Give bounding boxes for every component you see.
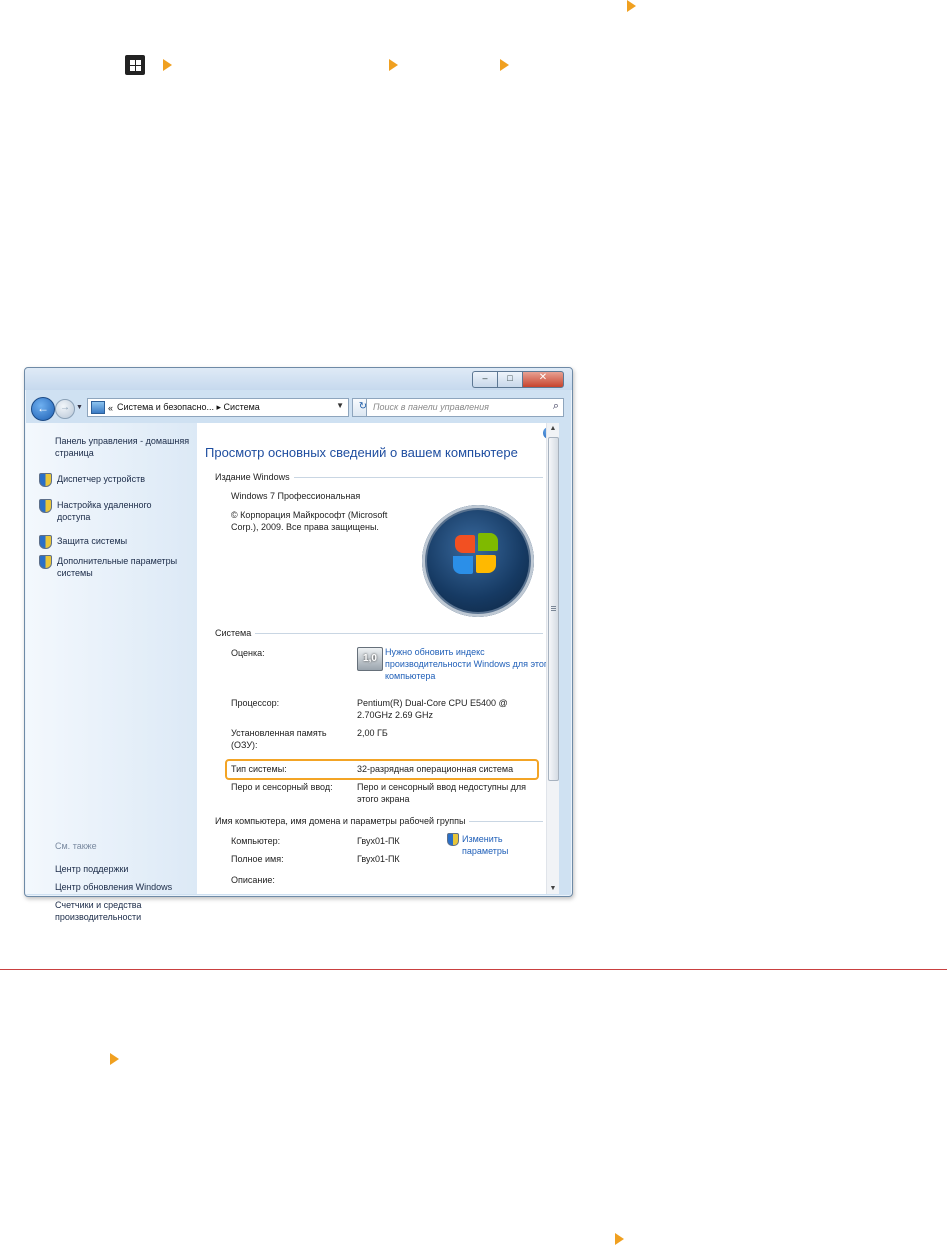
rating-link[interactable]: Нужно обновить индекс производительности…	[385, 646, 555, 682]
system-properties-window: ‒ □ ✕ ← → ▼ « Система и безопасно... ▸ С…	[24, 367, 573, 922]
system-type-label: Тип системы:	[231, 764, 287, 774]
forward-button[interactable]: →	[55, 399, 75, 419]
shield-icon	[39, 499, 52, 513]
sidebar-item-remote[interactable]: Настройка удаленного доступа	[39, 499, 179, 523]
sidebar-link-performance[interactable]: Счетчики и средства производительности	[55, 899, 185, 923]
maximize-button[interactable]: □	[497, 371, 522, 388]
edition-name: Windows 7 Профессиональная	[231, 491, 361, 501]
title-bar: ‒ □ ✕	[25, 368, 572, 390]
shield-icon	[39, 555, 52, 569]
scroll-up-icon[interactable]: ▲	[547, 425, 559, 432]
sidebar-home-link[interactable]: Панель управления - домашняя страница	[55, 435, 195, 459]
control-panel-icon	[91, 401, 105, 414]
page-title: Просмотр основных сведений о вашем компь…	[205, 445, 518, 460]
computer-label: Компьютер:	[231, 836, 281, 846]
shield-icon	[39, 473, 52, 487]
change-settings-label[interactable]: Изменить параметры	[462, 833, 517, 857]
chevron-down-icon[interactable]: ▼	[336, 401, 344, 410]
sidebar: Панель управления - домашняя страница Ди…	[26, 423, 199, 922]
see-also-heading: См. также	[55, 841, 97, 851]
copyright-text: © Корпорация Майкрософт (Microsoft Corp.…	[231, 510, 388, 532]
breadcrumb[interactable]: Система и безопасно... ▸ Система	[117, 402, 260, 413]
minimize-button[interactable]: ‒	[472, 371, 497, 388]
scroll-down-icon[interactable]: ▼	[547, 885, 559, 892]
scrollbar-thumb[interactable]	[548, 437, 559, 781]
sidebar-link-support[interactable]: Центр поддержки	[55, 863, 128, 875]
sidebar-item-advanced[interactable]: Дополнительные параметры системы	[39, 555, 199, 579]
performance-score-badge: 1,0	[357, 647, 383, 671]
navigation-bar: ← → ▼ « Система и безопасно... ▸ Система…	[25, 392, 572, 422]
sidebar-item-label[interactable]: Диспетчер устройств	[57, 473, 145, 487]
sidebar-item-protection[interactable]: Защита системы	[39, 535, 127, 549]
sidebar-item-label[interactable]: Дополнительные параметры системы	[57, 555, 199, 579]
computer-value: Гвух01-ПК	[357, 836, 400, 846]
content-pane: ? Просмотр основных сведений о вашем ком…	[197, 423, 559, 894]
sidebar-item-label[interactable]: Настройка удаленного доступа	[57, 499, 179, 523]
step-arrow-icon	[163, 59, 172, 71]
section-system: Система	[215, 628, 543, 638]
processor-value: Pentium(R) Dual-Core CPU E5400 @ 2.70GHz…	[357, 698, 508, 720]
history-dropdown-icon[interactable]: ▼	[76, 404, 83, 411]
sidebar-item-label[interactable]: Защита системы	[57, 535, 127, 549]
step-arrow-icon	[615, 1233, 624, 1245]
windows-logo-icon	[422, 505, 534, 617]
search-icon[interactable]: ⌕	[553, 400, 559, 413]
fullname-value: Гвух01-ПК	[357, 854, 400, 864]
section-windows-edition: Издание Windows	[215, 472, 543, 482]
change-settings-link[interactable]: Изменить параметры	[447, 833, 517, 857]
step-arrow-icon	[500, 59, 509, 71]
section-header: Издание Windows	[215, 472, 290, 482]
step-arrow-icon	[110, 1053, 119, 1065]
search-placeholder: Поиск в панели управления	[373, 402, 489, 412]
section-header: Система	[215, 628, 252, 638]
pen-value: Перо и сенсорный ввод недоступны для это…	[357, 782, 527, 804]
pen-label: Перо и сенсорный ввод:	[231, 782, 333, 792]
arrow-left-icon: ←	[37, 401, 49, 415]
sidebar-link-update[interactable]: Центр обновления Windows	[55, 881, 172, 893]
vertical-scrollbar[interactable]: ▲ ▼	[546, 423, 559, 894]
windows-start-icon	[125, 55, 145, 75]
processor-label: Процессор:	[231, 698, 280, 708]
step-arrow-icon	[627, 0, 636, 12]
address-prefix[interactable]: «	[108, 403, 113, 413]
back-button[interactable]: ←	[31, 397, 55, 421]
arrow-right-icon: →	[60, 402, 70, 413]
shield-icon	[447, 833, 459, 846]
fullname-label: Полное имя:	[231, 854, 284, 864]
shield-icon	[39, 535, 52, 549]
section-computer-name: Имя компьютера, имя домена и параметры р…	[215, 816, 543, 826]
address-bar[interactable]: « Система и безопасно... ▸ Система ▼	[87, 398, 349, 417]
system-type-value: 32-разрядная операционная система	[357, 764, 514, 774]
rating-label: Оценка:	[231, 648, 265, 658]
sidebar-item-device-manager[interactable]: Диспетчер устройств	[39, 473, 145, 487]
description-label: Описание:	[231, 875, 275, 885]
memory-label: Установленная память (ОЗУ):	[231, 728, 327, 750]
memory-value: 2,00 ГБ	[357, 728, 388, 738]
search-input[interactable]: Поиск в панели управления ⌕	[366, 398, 564, 417]
close-button[interactable]: ✕	[522, 371, 564, 388]
section-divider	[0, 969, 947, 970]
step-arrow-icon	[389, 59, 398, 71]
section-header: Имя компьютера, имя домена и параметры р…	[215, 816, 466, 826]
